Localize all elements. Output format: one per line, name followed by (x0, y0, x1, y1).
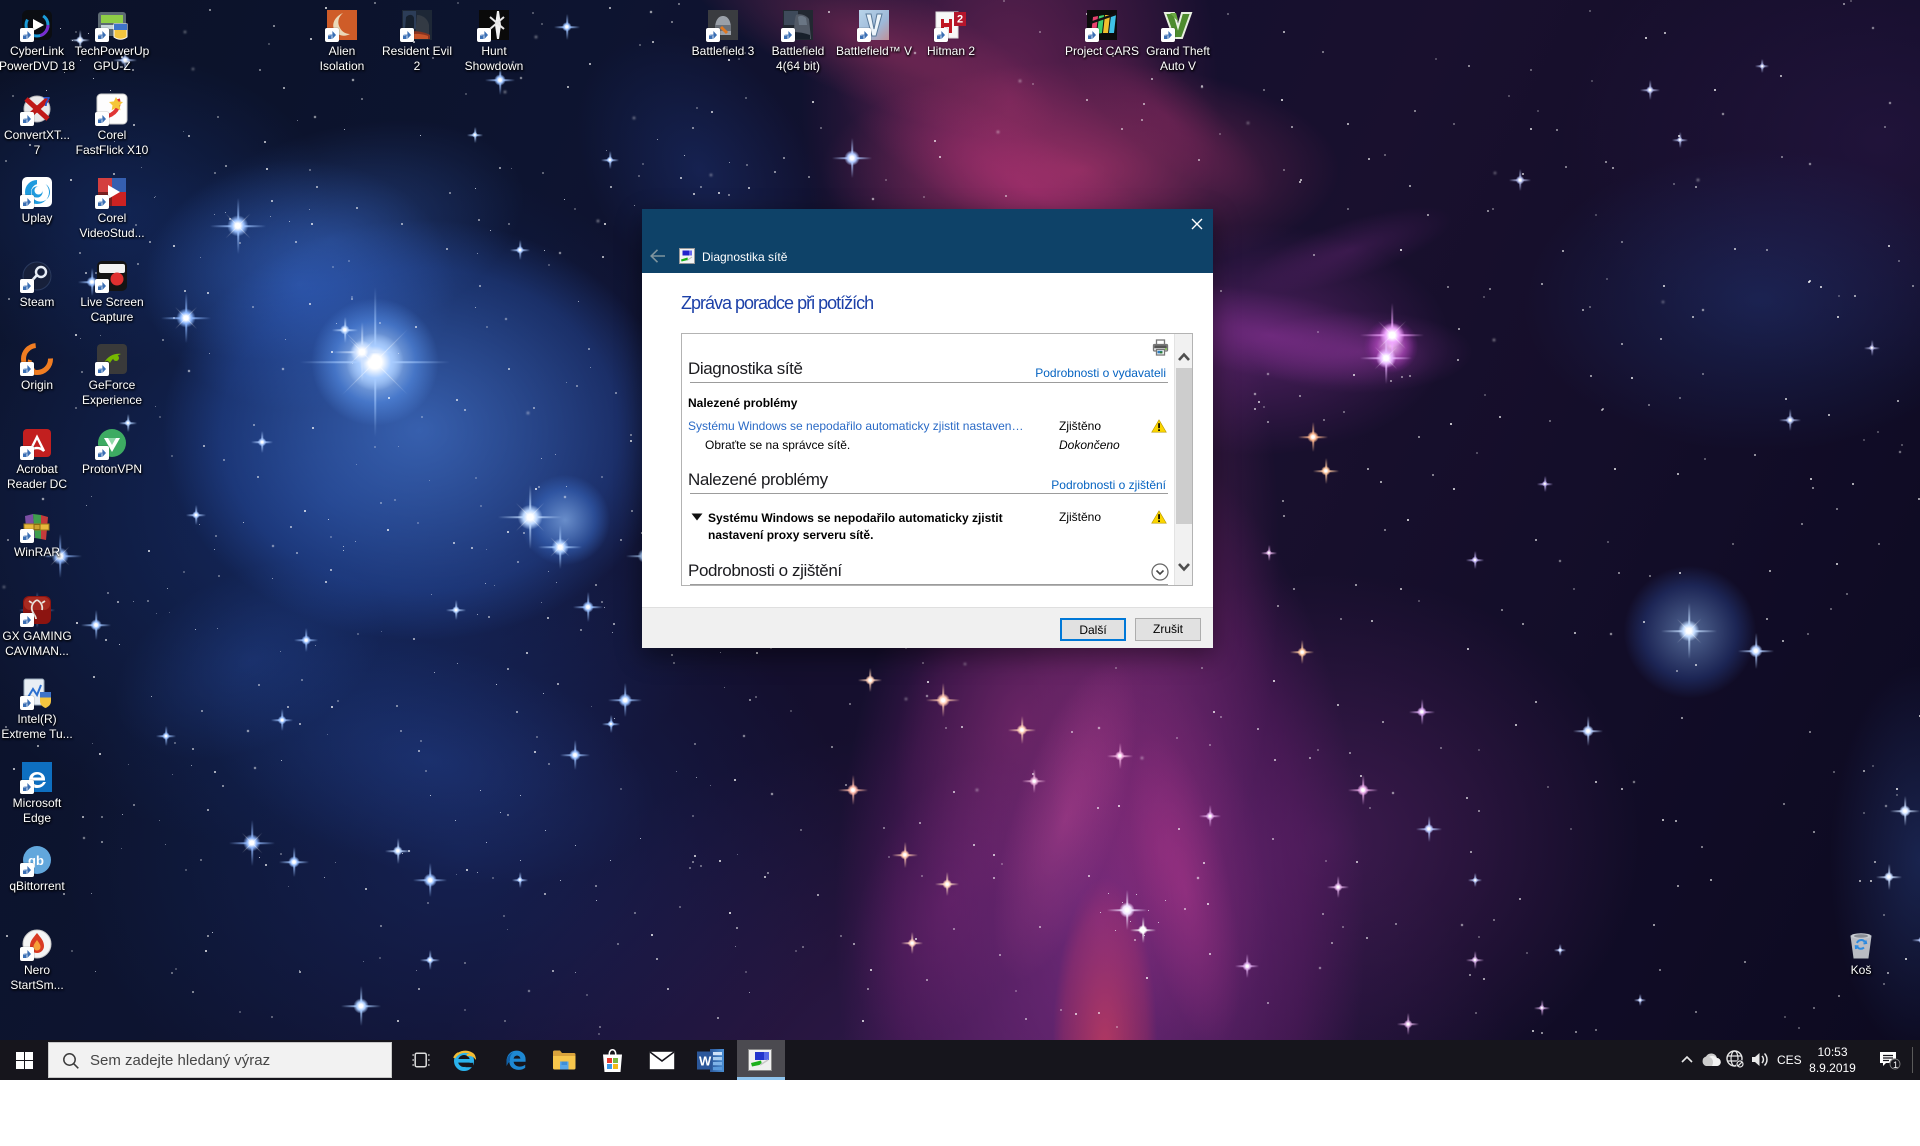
svg-text:2: 2 (957, 14, 963, 26)
svg-text:W: W (699, 1054, 712, 1069)
svg-text:1: 1 (1893, 1060, 1898, 1070)
svg-text:7: 7 (43, 94, 50, 109)
